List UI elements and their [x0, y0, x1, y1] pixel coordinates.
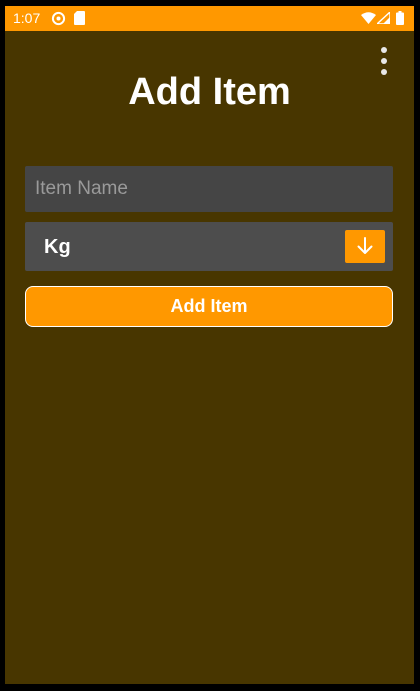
- battery-icon: [396, 11, 404, 25]
- page-title: Add Item: [128, 71, 291, 113]
- sd-card-icon: [74, 11, 85, 25]
- arrow-down-icon: [357, 237, 373, 254]
- menu-dot: [381, 47, 387, 53]
- unit-dropdown[interactable]: Kg: [25, 222, 393, 271]
- unit-selected-value: Kg: [44, 236, 71, 258]
- add-item-button[interactable]: Add Item: [25, 286, 393, 327]
- signal-icon: [377, 12, 390, 24]
- sync-icon: [51, 11, 66, 26]
- wifi-icon: [361, 12, 376, 24]
- item-name-input[interactable]: [25, 166, 393, 212]
- add-item-screen: Add Item Kg Add Item: [5, 31, 414, 684]
- status-time: 1:07: [13, 10, 41, 26]
- phone-frame: 1:07 Add Item Kg: [0, 0, 420, 691]
- dropdown-arrow-button[interactable]: [345, 230, 385, 263]
- menu-dot: [381, 58, 387, 64]
- status-bar: 1:07: [5, 6, 414, 31]
